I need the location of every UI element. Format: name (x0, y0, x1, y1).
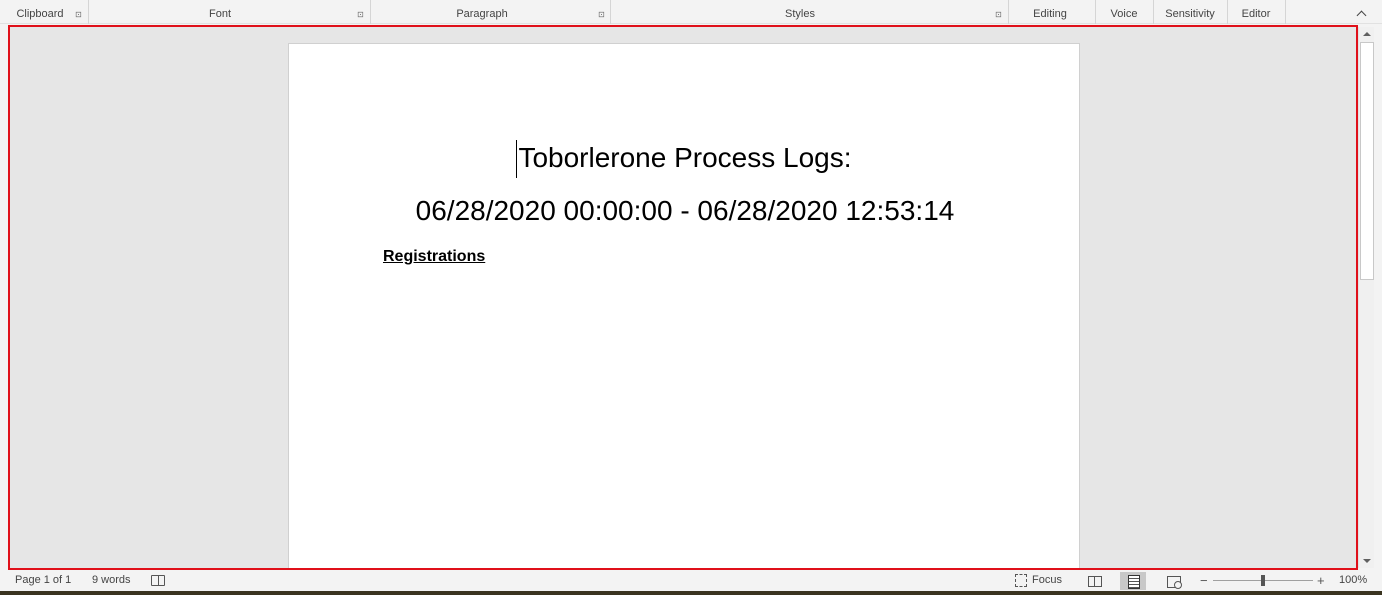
page-indicator[interactable]: Page 1 of 1 (15, 574, 71, 586)
scroll-down-icon[interactable] (1359, 554, 1375, 568)
ribbon-group-clipboard: Clipboard (16, 8, 64, 20)
scroll-thumb[interactable] (1360, 42, 1374, 280)
focus-icon[interactable] (1015, 574, 1027, 587)
document-date-range[interactable]: 06/28/2020 00:00:00 - 06/28/2020 12:53:1… (289, 195, 1081, 227)
focus-button[interactable]: Focus (1032, 574, 1062, 586)
print-layout-icon[interactable] (1120, 572, 1146, 590)
ribbon-divider (1227, 0, 1228, 24)
ribbon-group-editing[interactable]: Editing (1033, 8, 1067, 20)
ribbon-divider (88, 0, 89, 24)
collapse-ribbon-icon[interactable] (1356, 8, 1368, 20)
ribbon-group-font: Font (208, 8, 232, 20)
document-page[interactable]: Toborlerone Process Logs: 06/28/2020 00:… (288, 43, 1081, 568)
ribbon-divider (1008, 0, 1009, 24)
word-window: Clipboard ⊡ Font ⊡ Paragraph ⊡ Styles ⊡ … (0, 0, 1382, 595)
ribbon-divider (610, 0, 611, 24)
clipboard-launcher-icon[interactable]: ⊡ (75, 11, 82, 19)
ribbon-divider (1153, 0, 1154, 24)
section-heading[interactable]: Registrations (383, 248, 485, 266)
ribbon-group-styles: Styles (785, 8, 815, 20)
ribbon-divider (1095, 0, 1096, 24)
styles-launcher-icon[interactable]: ⊡ (995, 11, 1002, 19)
font-launcher-icon[interactable]: ⊡ (357, 11, 364, 19)
ribbon-group-voice[interactable]: Voice (1111, 8, 1138, 20)
vertical-scrollbar[interactable] (1358, 27, 1374, 568)
zoom-in-button[interactable]: + (1317, 573, 1325, 588)
document-canvas[interactable]: Toborlerone Process Logs: 06/28/2020 00:… (8, 25, 1358, 570)
ribbon-divider (370, 0, 371, 24)
taskbar-edge (0, 591, 1382, 595)
zoom-out-button[interactable]: − (1200, 573, 1208, 588)
zoom-slider-thumb[interactable] (1261, 575, 1265, 586)
paragraph-launcher-icon[interactable]: ⊡ (598, 11, 605, 19)
ribbon-group-sensitivity[interactable]: Sensitivity (1165, 8, 1215, 20)
document-title[interactable]: Toborlerone Process Logs: (289, 142, 1081, 174)
status-bar: Page 1 of 1 9 words Focus − + 100% (0, 571, 1382, 591)
scroll-up-icon[interactable] (1359, 27, 1375, 41)
ribbon-group-paragraph: Paragraph (456, 8, 508, 20)
word-count[interactable]: 9 words (92, 574, 131, 586)
ribbon-divider (1285, 0, 1286, 24)
read-mode-icon[interactable] (1081, 572, 1107, 590)
ribbon-group-labels: Clipboard ⊡ Font ⊡ Paragraph ⊡ Styles ⊡ … (0, 0, 1382, 24)
web-layout-icon[interactable] (1160, 572, 1186, 590)
proofing-icon[interactable] (151, 575, 165, 586)
zoom-level[interactable]: 100% (1339, 574, 1367, 586)
ribbon-group-editor[interactable]: Editor (1242, 8, 1271, 20)
